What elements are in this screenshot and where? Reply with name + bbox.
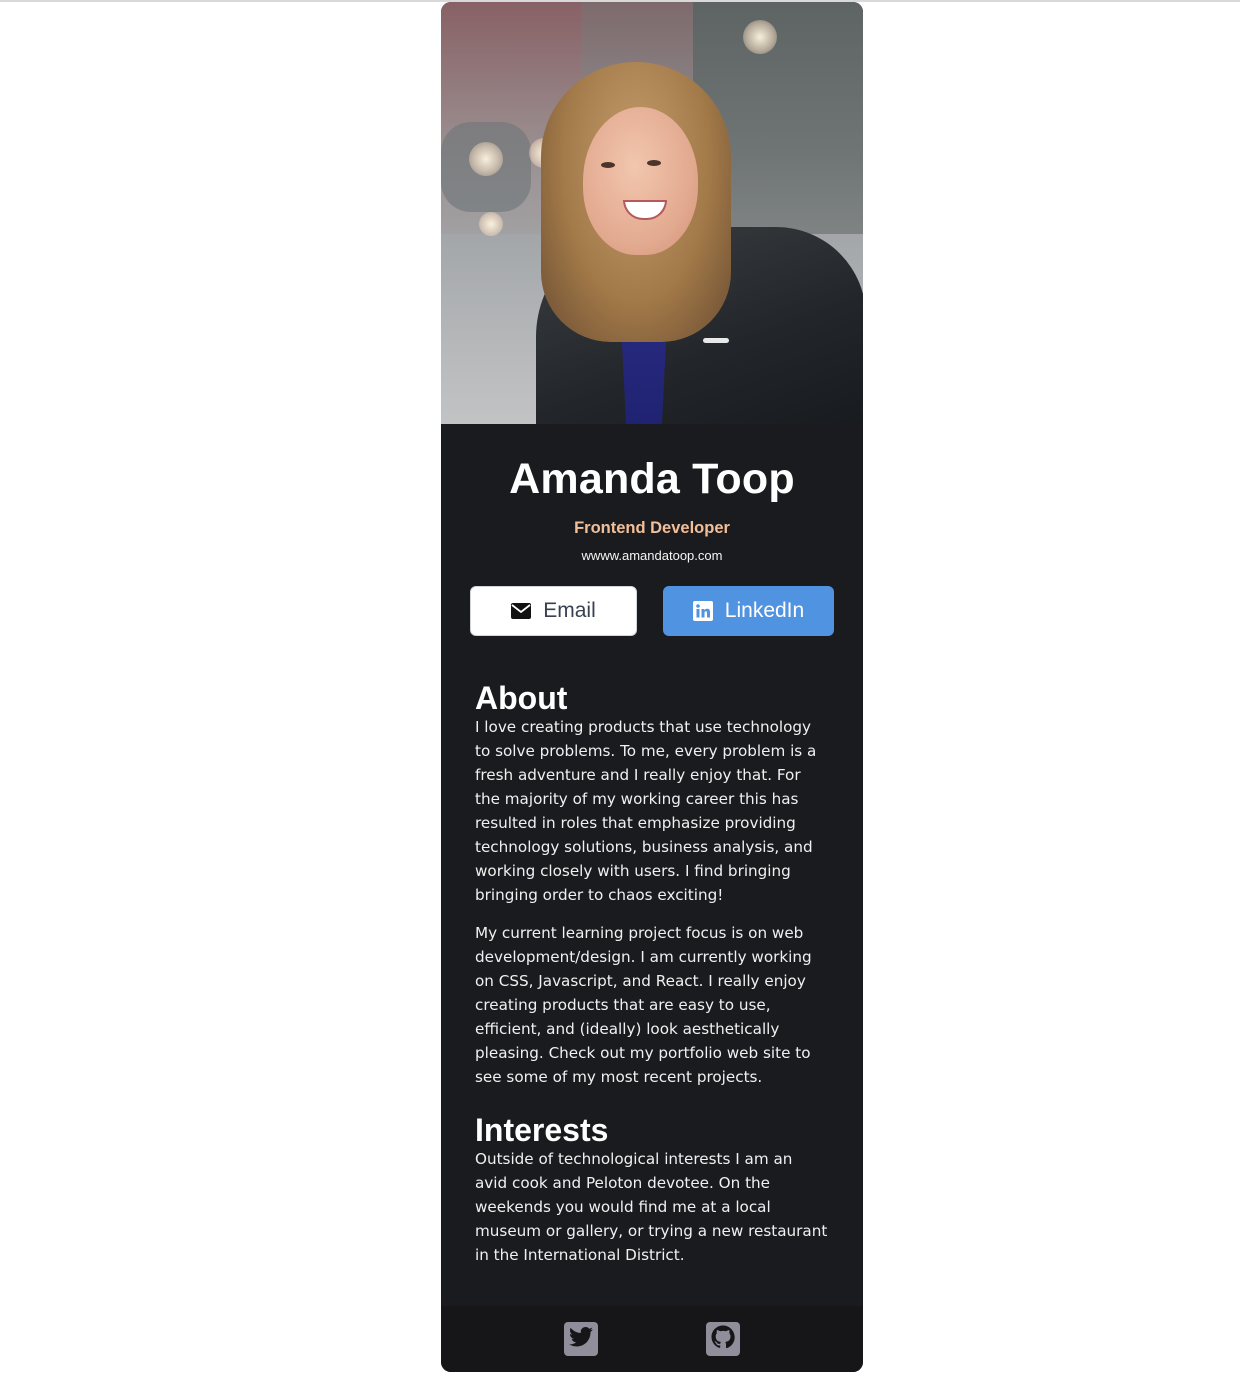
profile-content: About I love creating products that use … bbox=[441, 636, 863, 1267]
profile-name: Amanda Toop bbox=[509, 455, 795, 503]
twitter-icon bbox=[569, 1327, 593, 1351]
profile-header: Amanda Toop Frontend Developer wwww.aman… bbox=[441, 424, 863, 636]
profile-photo bbox=[441, 2, 863, 424]
contact-buttons: Email LinkedIn bbox=[441, 586, 863, 636]
photo-eye bbox=[601, 162, 615, 168]
photo-face bbox=[583, 107, 698, 255]
photo-bokeh-light bbox=[743, 20, 777, 54]
linkedin-button[interactable]: LinkedIn bbox=[663, 586, 834, 636]
photo-eye bbox=[647, 160, 661, 166]
about-paragraph: My current learning project focus is on … bbox=[475, 924, 812, 1086]
linkedin-button-label: LinkedIn bbox=[724, 599, 805, 622]
twitter-link[interactable] bbox=[564, 1322, 598, 1356]
photo-lapel-pin bbox=[703, 338, 729, 343]
interests-paragraph: Outside of technological interests I am … bbox=[475, 1150, 828, 1264]
about-paragraph: I love creating products that use techno… bbox=[475, 718, 817, 904]
github-icon bbox=[711, 1325, 735, 1353]
profile-card: Amanda Toop Frontend Developer wwww.aman… bbox=[441, 2, 863, 1372]
linkedin-icon bbox=[692, 601, 713, 621]
email-button[interactable]: Email bbox=[470, 586, 637, 636]
profile-footer bbox=[441, 1306, 863, 1372]
github-link[interactable] bbox=[706, 1322, 740, 1356]
envelope-icon bbox=[511, 603, 532, 619]
profile-website[interactable]: wwww.amandatoop.com bbox=[441, 548, 863, 564]
photo-bokeh-light bbox=[479, 212, 503, 236]
photo-bokeh-light bbox=[469, 142, 503, 176]
interests-heading: Interests bbox=[475, 1112, 609, 1148]
profile-role: Frontend Developer bbox=[574, 519, 730, 537]
email-button-label: Email bbox=[543, 599, 596, 622]
about-heading: About bbox=[475, 680, 568, 716]
